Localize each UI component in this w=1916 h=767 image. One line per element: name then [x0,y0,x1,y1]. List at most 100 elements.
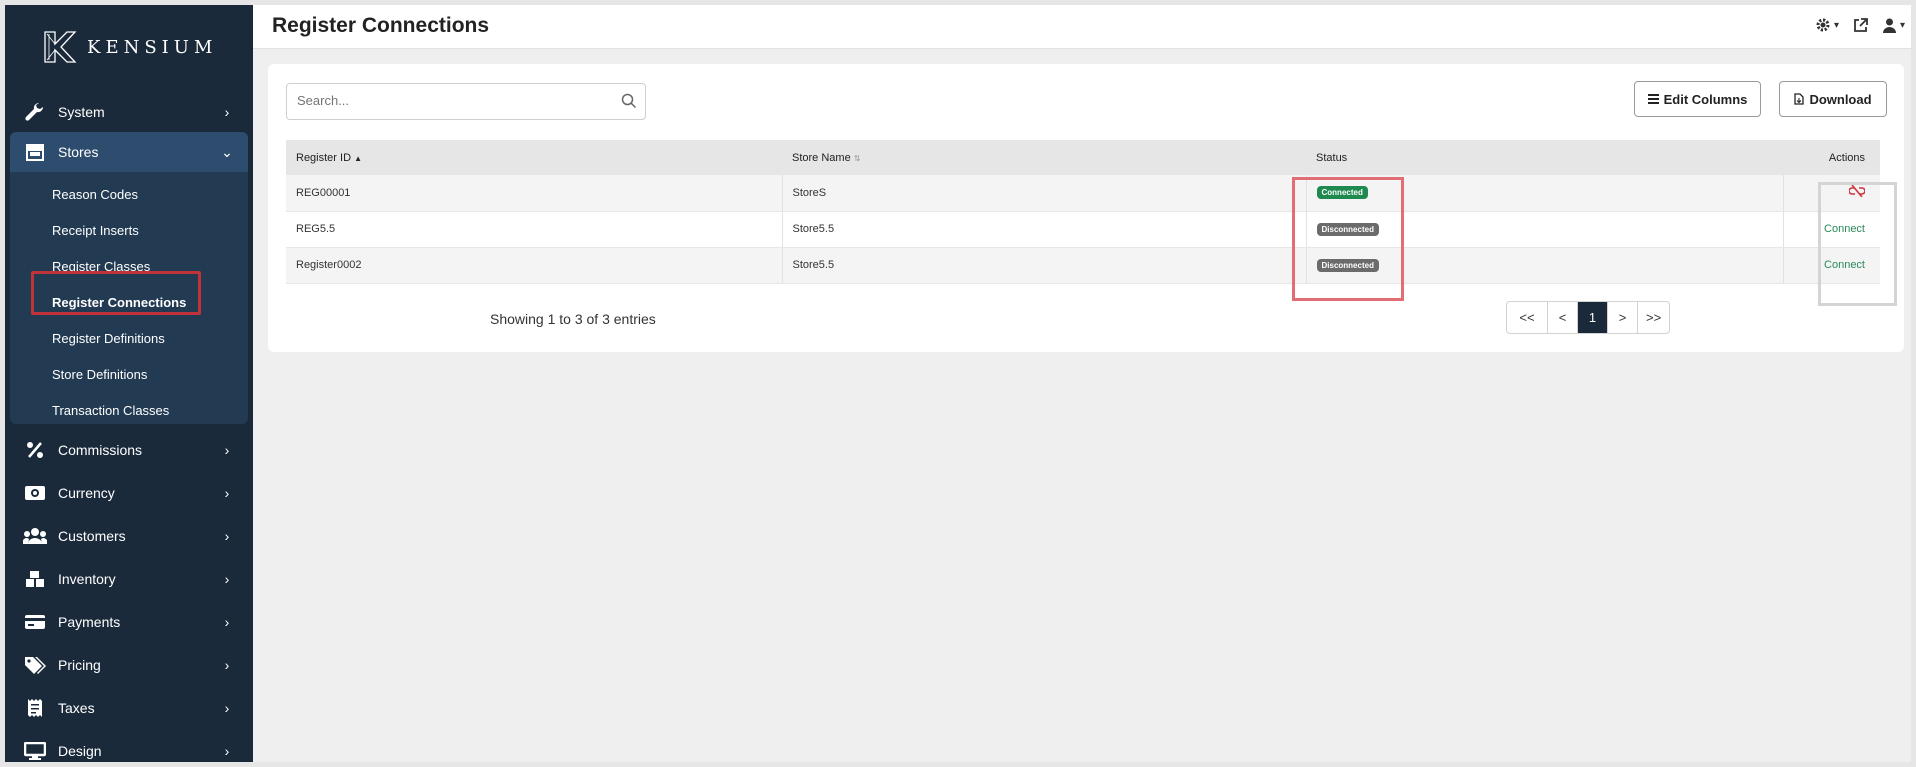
column-label: Store Name [792,151,851,164]
open-external-button[interactable] [1853,17,1868,33]
sidebar-item-commissions[interactable]: Commissions › [10,430,248,470]
sidebar: KENSIUM System › Stores ⌄ Reason Codes R… [5,5,253,762]
chevron-right-icon: › [224,571,230,587]
list-icon [1647,94,1659,104]
sidebar-item-label: Customers [58,528,126,544]
sidebar-item-design[interactable]: Design › [10,731,248,762]
pagination: << < 1 > >> [1506,301,1671,334]
edit-columns-label: Edit Columns [1663,91,1748,107]
search-icon[interactable] [621,93,637,109]
cell-register-id: Register0002 [286,247,782,284]
sidebar-item-label: Stores [58,144,99,160]
page-first-button[interactable]: << [1507,302,1547,333]
cell-store-name: Store5.5 [781,211,1306,248]
download-button[interactable]: Download [1779,81,1887,117]
submenu-item-transaction-classes[interactable]: Transaction Classes [52,402,169,420]
external-link-icon [1854,17,1868,32]
sidebar-item-currency[interactable]: Currency › [10,473,248,513]
chevron-right-icon: › [224,743,230,759]
column-label: Actions [1828,151,1865,164]
column-header-status: Status [1306,140,1783,175]
chevron-right-icon: › [224,442,230,458]
page-title: Register Connections [272,14,490,37]
page-next-button[interactable]: > [1607,302,1637,333]
app-frame: KENSIUM System › Stores ⌄ Reason Codes R… [5,5,1911,762]
sidebar-item-inventory[interactable]: Inventory › [10,559,248,599]
chevron-down-icon: ⌄ [221,143,233,160]
submenu-item-reason-codes[interactable]: Reason Codes [52,186,138,204]
table-row: REG5.5 Store5.5 Disconnected Connect [286,211,1880,248]
table-row: Register0002 Store5.5 Disconnected Conne… [286,247,1880,284]
sidebar-item-label: Inventory [58,571,116,587]
caret-down-icon: ▾ [1833,19,1839,31]
column-header-store-name[interactable]: Store Name ⇅ [782,140,1306,175]
cell-store-name: Store5.5 [781,247,1306,284]
download-label: Download [1809,91,1872,107]
register-connections-table: Register ID ▲ Store Name ⇅ Status Action… [286,140,1880,284]
brand-logo[interactable]: KENSIUM [43,27,217,67]
header-actions: ▾ ▾ [1815,17,1905,33]
chevron-right-icon: › [224,614,230,630]
chevron-right-icon: › [224,528,230,544]
sort-icon: ⇅ [853,153,861,163]
cell-register-id: REG00001 [286,175,782,212]
boxes-icon [22,568,48,590]
edit-columns-button[interactable]: Edit Columns [1634,81,1761,117]
column-header-actions: Actions [1783,140,1880,175]
cell-register-id: REG5.5 [286,211,782,248]
search-box [286,83,646,120]
page-prev-button[interactable]: < [1547,302,1577,333]
sidebar-item-system[interactable]: System › [10,92,248,132]
chevron-right-icon: › [224,485,230,501]
sidebar-item-label: Taxes [58,700,95,716]
sidebar-item-label: System [58,104,105,120]
caret-down-icon: ▾ [1899,19,1905,31]
chevron-right-icon: › [224,700,230,716]
top-header: Register Connections ▾ ▾ [253,5,1911,49]
settings-menu[interactable]: ▾ [1815,17,1839,33]
sidebar-item-taxes[interactable]: Taxes › [10,688,248,728]
active-item-highlight [31,271,201,315]
tags-icon [22,654,48,676]
wrench-icon [22,101,48,123]
cell-store-name: StoreS [781,175,1306,212]
users-icon [22,525,48,547]
actions-column-highlight [1818,182,1897,306]
sidebar-item-label: Commissions [58,442,143,458]
status-column-highlight [1292,177,1404,301]
sidebar-item-label: Pricing [58,657,101,673]
table-header-row: Register ID ▲ Store Name ⇅ Status Action… [286,140,1880,175]
entries-info: Showing 1 to 3 of 3 entries [490,311,656,327]
monitor-icon [22,740,48,762]
sort-asc-icon: ▲ [354,153,363,163]
chevron-right-icon: › [224,657,230,673]
sidebar-item-stores[interactable]: Stores ⌄ [10,132,248,172]
submenu-item-store-definitions[interactable]: Store Definitions [52,366,147,384]
column-header-register-id[interactable]: Register ID ▲ [286,140,782,175]
sidebar-item-label: Currency [58,485,115,501]
credit-card-icon [22,611,48,633]
chevron-right-icon: › [224,104,230,120]
sidebar-item-payments[interactable]: Payments › [10,602,248,642]
column-label: Status [1316,151,1348,164]
file-download-icon [1794,93,1805,105]
sidebar-item-pricing[interactable]: Pricing › [10,645,248,685]
content-card: Edit Columns Download Register ID ▲ Stor… [268,64,1904,352]
money-icon [22,482,48,504]
receipt-icon [22,697,48,719]
sidebar-item-label: Design [58,743,102,759]
table-row: REG00001 StoreS Connected [286,175,1880,212]
store-icon [22,141,48,163]
percent-icon [22,439,48,461]
submenu-item-register-definitions[interactable]: Register Definitions [52,330,165,348]
brand-name: KENSIUM [87,36,218,58]
page-1-button[interactable]: 1 [1577,302,1607,333]
page-last-button[interactable]: >> [1637,302,1669,333]
gear-icon [1816,18,1830,32]
sidebar-item-customers[interactable]: Customers › [10,516,248,556]
column-label: Register ID [296,151,352,164]
user-menu[interactable]: ▾ [1882,18,1905,33]
search-input[interactable] [297,93,597,108]
sidebar-item-label: Payments [58,614,121,630]
submenu-item-receipt-inserts[interactable]: Receipt Inserts [52,222,139,240]
